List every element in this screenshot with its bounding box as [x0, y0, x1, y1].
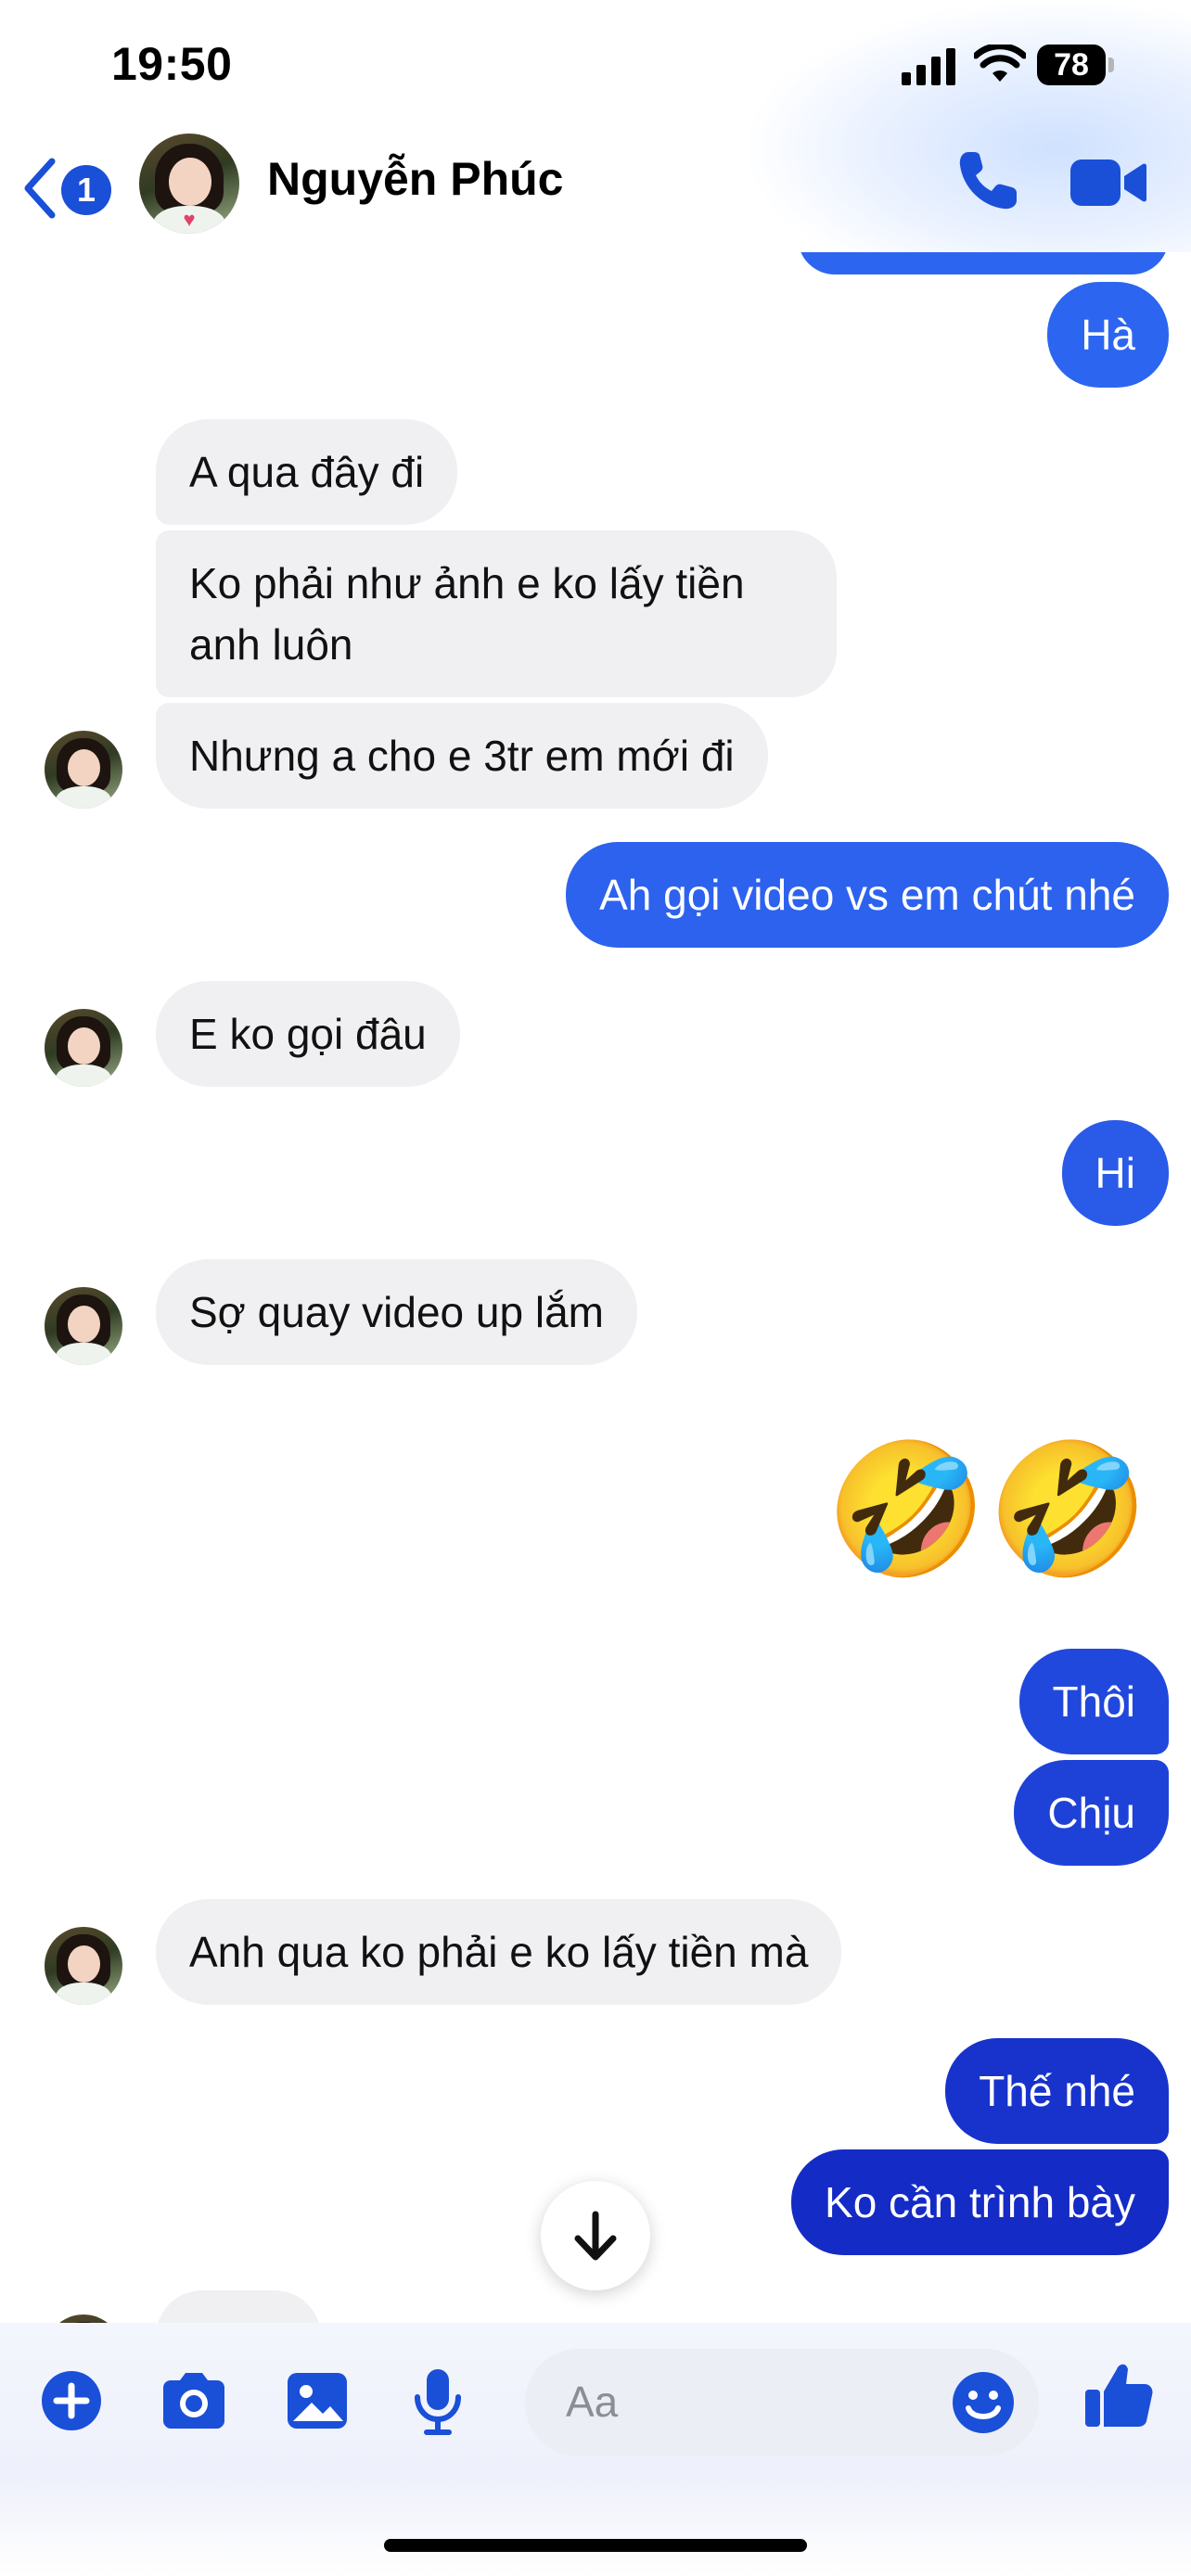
message-bubble-in[interactable]: Ko phải như ảnh e ko lấy tiền anh luôn — [156, 530, 837, 697]
status-time: 19:50 — [111, 38, 233, 90]
message-bubble-out[interactable]: Hi — [1061, 1120, 1169, 1226]
back-chevron-icon — [24, 158, 56, 219]
message-bubble-out[interactable]: Ko cần trình bày — [791, 2149, 1169, 2255]
laughing-emoji-message[interactable]: 🤣🤣 — [826, 1435, 1149, 1584]
message-bubble-in[interactable]: Anh qua ko phải e ko lấy tiền mà — [156, 1899, 842, 2005]
input-placeholder: Aa — [566, 2378, 619, 2426]
battery-level: 78 — [1037, 45, 1106, 85]
message-bubble-in[interactable]: E ko gọi đâu — [156, 981, 460, 1087]
message-composer: Aa — [0, 2323, 1191, 2490]
message-thread[interactable]: Hà A qua đây đi Ko phải như ảnh e ko lấy… — [0, 0, 1191, 2327]
camera-icon[interactable] — [158, 2364, 230, 2438]
conversation-header: 1 ♥ Nguyễn Phúc — [0, 130, 1191, 252]
message-bubble-in-partial[interactable] — [156, 2290, 321, 2327]
message-bubble-out[interactable]: Hà — [1047, 282, 1169, 388]
contact-avatar[interactable] — [45, 1927, 122, 2005]
message-bubble-out[interactable]: Thế nhé — [945, 2038, 1169, 2144]
contact-avatar[interactable] — [45, 731, 122, 809]
unread-count-badge: 1 — [61, 165, 111, 215]
thumbs-up-icon[interactable] — [1083, 2356, 1154, 2430]
video-camera-icon[interactable] — [1069, 150, 1146, 215]
wifi-icon — [974, 45, 1026, 82]
message-bubble-out[interactable]: Ah gọi video vs em chút nhé — [566, 842, 1169, 948]
gallery-icon[interactable] — [284, 2364, 351, 2438]
message-line: anh luôn — [189, 620, 353, 669]
cellular-signal-icon — [902, 48, 955, 85]
arrow-down-icon — [574, 2211, 617, 2261]
battery-indicator: 78 — [1037, 45, 1114, 85]
message-bubble-out[interactable]: Chịu — [1014, 1760, 1169, 1866]
contact-name[interactable]: Nguyễn Phúc — [267, 152, 563, 206]
message-bubble-in[interactable]: Sợ quay video up lắm — [156, 1259, 637, 1365]
home-indicator — [384, 2539, 807, 2552]
phone-icon[interactable] — [954, 147, 1022, 215]
contact-avatar[interactable] — [45, 1287, 122, 1365]
scroll-to-bottom-button[interactable] — [541, 2181, 650, 2290]
back-button[interactable]: 1 — [22, 152, 115, 226]
message-bubble-in[interactable]: Nhưng a cho e 3tr em mới đi — [156, 703, 768, 809]
status-bar: 19:50 78 — [0, 0, 1191, 130]
microphone-icon[interactable] — [408, 2364, 467, 2438]
plus-icon[interactable] — [39, 2364, 104, 2438]
smiley-icon[interactable] — [950, 2369, 1017, 2436]
contact-avatar[interactable] — [45, 1009, 122, 1087]
message-bubble-out[interactable]: Thôi — [1018, 1649, 1169, 1754]
contact-avatar[interactable]: ♥ — [139, 134, 239, 234]
message-bubble-in[interactable]: A qua đây đi — [156, 419, 458, 525]
message-line: Ko phải như ảnh e ko lấy tiền — [189, 559, 745, 607]
